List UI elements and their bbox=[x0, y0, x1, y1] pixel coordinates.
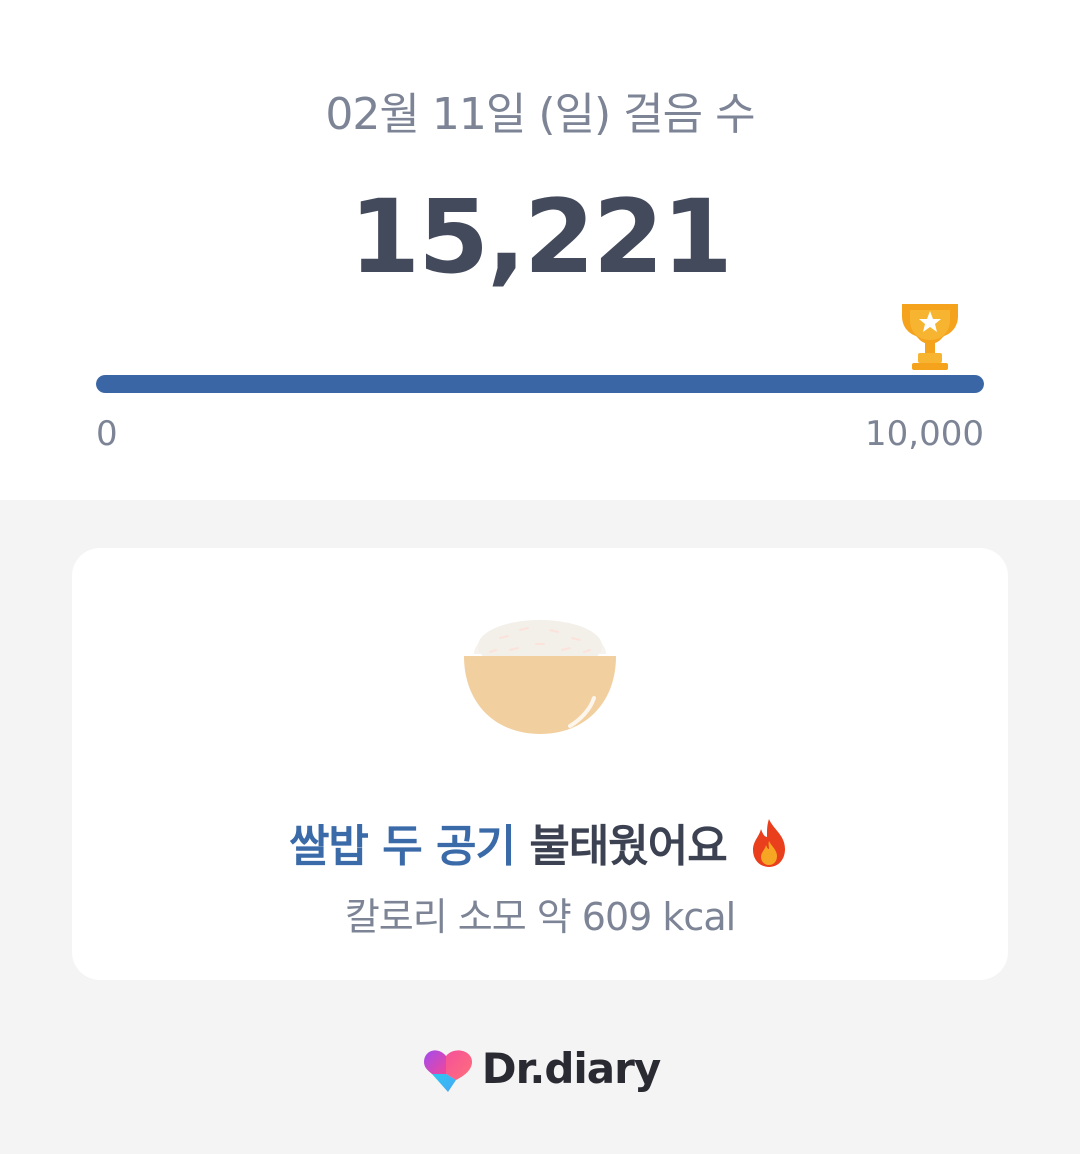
step-count: 15,221 bbox=[349, 178, 733, 297]
trophy-icon bbox=[902, 304, 958, 370]
calorie-burned-text: 칼로리 소모 약 609 kcal bbox=[344, 895, 736, 939]
fire-icon bbox=[753, 819, 786, 867]
burn-message-rest: 불태웠어요 bbox=[515, 821, 727, 872]
steps-header-section: 02월 11일 (일) 걸음 수 15,221 0 10,000 bbox=[0, 0, 1080, 500]
rice-bowl-icon bbox=[464, 620, 616, 734]
progress-min-label: 0 bbox=[96, 414, 118, 454]
burn-food-highlight: 쌀밥 두 공기 bbox=[288, 821, 516, 872]
calorie-summary-card: 쌀밥 두 공기 불태웠어요 칼로리 소모 약 609 kcal bbox=[72, 548, 1008, 980]
progress-goal-label: 10,000 bbox=[865, 414, 984, 454]
burn-message: 쌀밥 두 공기 불태웠어요 bbox=[72, 810, 1008, 874]
dr-diary-logo-icon bbox=[423, 1050, 472, 1092]
brand-name: Dr.diary bbox=[481, 1043, 661, 1093]
brand-footer: Dr.diary bbox=[0, 1038, 1080, 1098]
date-title: 02월 11일 (일) 걸음 수 bbox=[325, 89, 755, 140]
step-progress-fill bbox=[96, 375, 984, 393]
step-progress-bar bbox=[96, 375, 984, 393]
